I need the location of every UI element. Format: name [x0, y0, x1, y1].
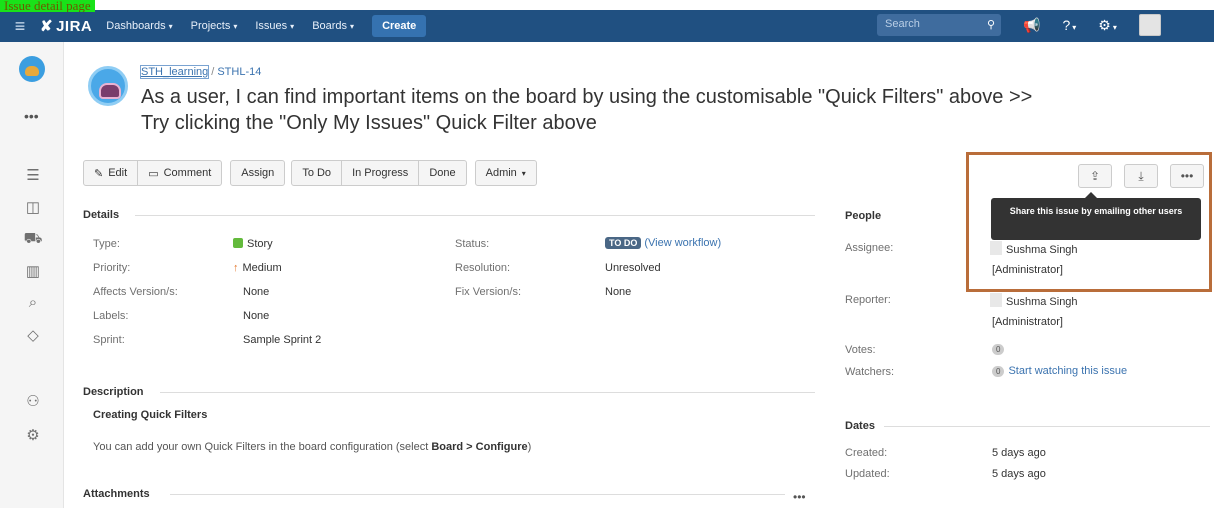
chevron-down-icon: ▾: [233, 22, 238, 31]
status-value: TO DO (View workflow): [605, 237, 721, 249]
edit-button[interactable]: ✎ Edit: [83, 160, 139, 186]
project-avatar-icon[interactable]: [19, 56, 45, 82]
people-heading: People: [845, 210, 882, 222]
assignee-label: Assignee:: [845, 242, 894, 254]
affects-versions-value[interactable]: None: [243, 286, 269, 298]
feedback-megaphone-icon[interactable]: 📢: [1023, 17, 1040, 34]
attachments-heading: Attachments: [83, 488, 150, 500]
project-sidebar: ••• ☰ ◫ ⛟ ▥ ⌕ ◇ ⚇ ⚙: [0, 42, 64, 508]
app-switcher-icon[interactable]: ≡: [0, 16, 40, 37]
todo-button[interactable]: To Do: [291, 160, 343, 186]
description-subheading: Creating Quick Filters: [93, 409, 208, 421]
issues-search-icon[interactable]: ⌕: [22, 294, 44, 311]
dates-heading: Dates: [845, 420, 875, 432]
assign-button[interactable]: Assign: [230, 160, 286, 186]
labels-label: Labels:: [93, 310, 129, 322]
chevron-down-icon: ▾: [350, 22, 355, 31]
create-button[interactable]: Create: [372, 15, 427, 37]
done-button[interactable]: Done: [418, 160, 467, 186]
reporter-name[interactable]: Sushma Singh: [990, 293, 1078, 308]
breadcrumb-issue-key[interactable]: STHL-14: [217, 66, 261, 78]
chevron-down-icon: ▾: [168, 22, 173, 31]
votes-count[interactable]: 0: [992, 343, 1008, 355]
details-divider: [135, 215, 815, 216]
created-value: 5 days ago: [992, 447, 1046, 459]
help-icon[interactable]: ? ▾: [1062, 17, 1076, 33]
workflow-transitions-group: To Do In Progress Done: [291, 160, 467, 186]
project-avatar[interactable]: [88, 66, 128, 106]
status-lozenge: TO DO: [605, 237, 642, 249]
watchers-label: Watchers:: [845, 366, 895, 378]
issue-summary[interactable]: As a user, I can find important items on…: [141, 84, 1041, 136]
backlog-icon[interactable]: ☰: [22, 166, 44, 184]
project-settings-icon[interactable]: ⚙: [22, 426, 44, 444]
components-icon[interactable]: ◇: [22, 326, 44, 344]
fix-versions-value[interactable]: None: [605, 286, 631, 298]
admin-dropdown[interactable]: Admin ▾: [474, 160, 537, 186]
priority-value: ↑ Medium: [233, 262, 282, 274]
watchers-value: 0 Start watching this issue: [992, 365, 1127, 377]
jira-logo-icon: ✘: [40, 18, 54, 35]
releases-icon[interactable]: ⛟: [22, 230, 44, 249]
jira-logo[interactable]: ✘ JIRA: [40, 17, 92, 36]
description-divider: [160, 392, 815, 393]
nav-issues[interactable]: Issues ▾: [255, 20, 294, 32]
sprint-label: Sprint:: [93, 334, 125, 346]
watchers-count: 0: [992, 366, 1005, 377]
edit-comment-group: ✎ Edit ▭ Comment: [83, 160, 223, 186]
reporter-role: [Administrator]: [992, 316, 1063, 328]
nav-dashboards[interactable]: Dashboards ▾: [106, 20, 172, 32]
more-icon[interactable]: •••: [24, 108, 39, 124]
nav-right-tools: Search ⚲ 📢 ? ▾ ⚙ ▾: [877, 14, 1161, 36]
user-avatar[interactable]: [1138, 14, 1161, 36]
type-value: Story: [233, 238, 273, 250]
priority-label: Priority:: [93, 262, 131, 274]
start-watching-link[interactable]: Start watching this issue: [1008, 365, 1127, 377]
resolution-value: Unresolved: [605, 262, 661, 274]
description-heading: Description: [83, 386, 144, 398]
created-label: Created:: [845, 447, 888, 459]
details-heading: Details: [83, 209, 120, 221]
dates-divider: [884, 426, 1210, 427]
add-people-icon[interactable]: ⚇: [22, 392, 44, 410]
affects-versions-label: Affects Version/s:: [93, 286, 178, 298]
updated-label: Updated:: [845, 468, 890, 480]
updated-value: 5 days ago: [992, 468, 1046, 480]
story-icon: [233, 238, 243, 248]
labels-value[interactable]: None: [243, 310, 269, 322]
reports-icon[interactable]: ▥: [22, 262, 44, 280]
breadcrumb: STH_learning / STHL-14: [139, 65, 262, 79]
top-navigation: ≡ ✘ JIRA Dashboards ▾ Projects ▾ Issues ▾ B…: [0, 10, 1214, 42]
breadcrumb-project-link[interactable]: STH_learning: [139, 65, 210, 79]
attachments-more-icon[interactable]: •••: [793, 490, 806, 504]
search-input[interactable]: Search ⚲: [877, 14, 1001, 36]
view-workflow-link[interactable]: (View workflow): [644, 237, 721, 249]
comment-icon: ▭: [148, 167, 159, 180]
caption-label: Issue detail page: [0, 0, 95, 12]
settings-gear-icon[interactable]: ⚙ ▾: [1098, 17, 1117, 34]
status-label: Status:: [455, 238, 490, 250]
search-icon: ⚲: [986, 19, 995, 31]
in-progress-button[interactable]: In Progress: [341, 160, 420, 186]
resolution-label: Resolution:: [455, 262, 511, 274]
chevron-down-icon: ▾: [521, 168, 526, 178]
chevron-down-icon: ▾: [290, 22, 295, 31]
comment-button[interactable]: ▭ Comment: [137, 160, 223, 186]
description-text[interactable]: You can add your own Quick Filters in th…: [93, 441, 531, 453]
reporter-label: Reporter:: [845, 294, 891, 306]
annotation-highlight-box: [966, 152, 1212, 292]
active-sprints-icon[interactable]: ◫: [22, 198, 44, 216]
issue-toolbar: ✎ Edit ▭ Comment Assign To Do In Progress …: [83, 160, 537, 186]
type-label: Type:: [93, 238, 120, 250]
sprint-value[interactable]: Sample Sprint 2: [243, 334, 321, 346]
user-avatar-icon: [990, 293, 1002, 307]
votes-label: Votes:: [845, 344, 876, 356]
attachments-divider: [170, 494, 785, 495]
pencil-icon: ✎: [94, 167, 104, 180]
priority-medium-icon: ↑: [233, 262, 239, 274]
nav-boards[interactable]: Boards ▾: [312, 20, 354, 32]
nav-projects[interactable]: Projects ▾: [191, 20, 238, 32]
fix-versions-label: Fix Version/s:: [455, 286, 522, 298]
